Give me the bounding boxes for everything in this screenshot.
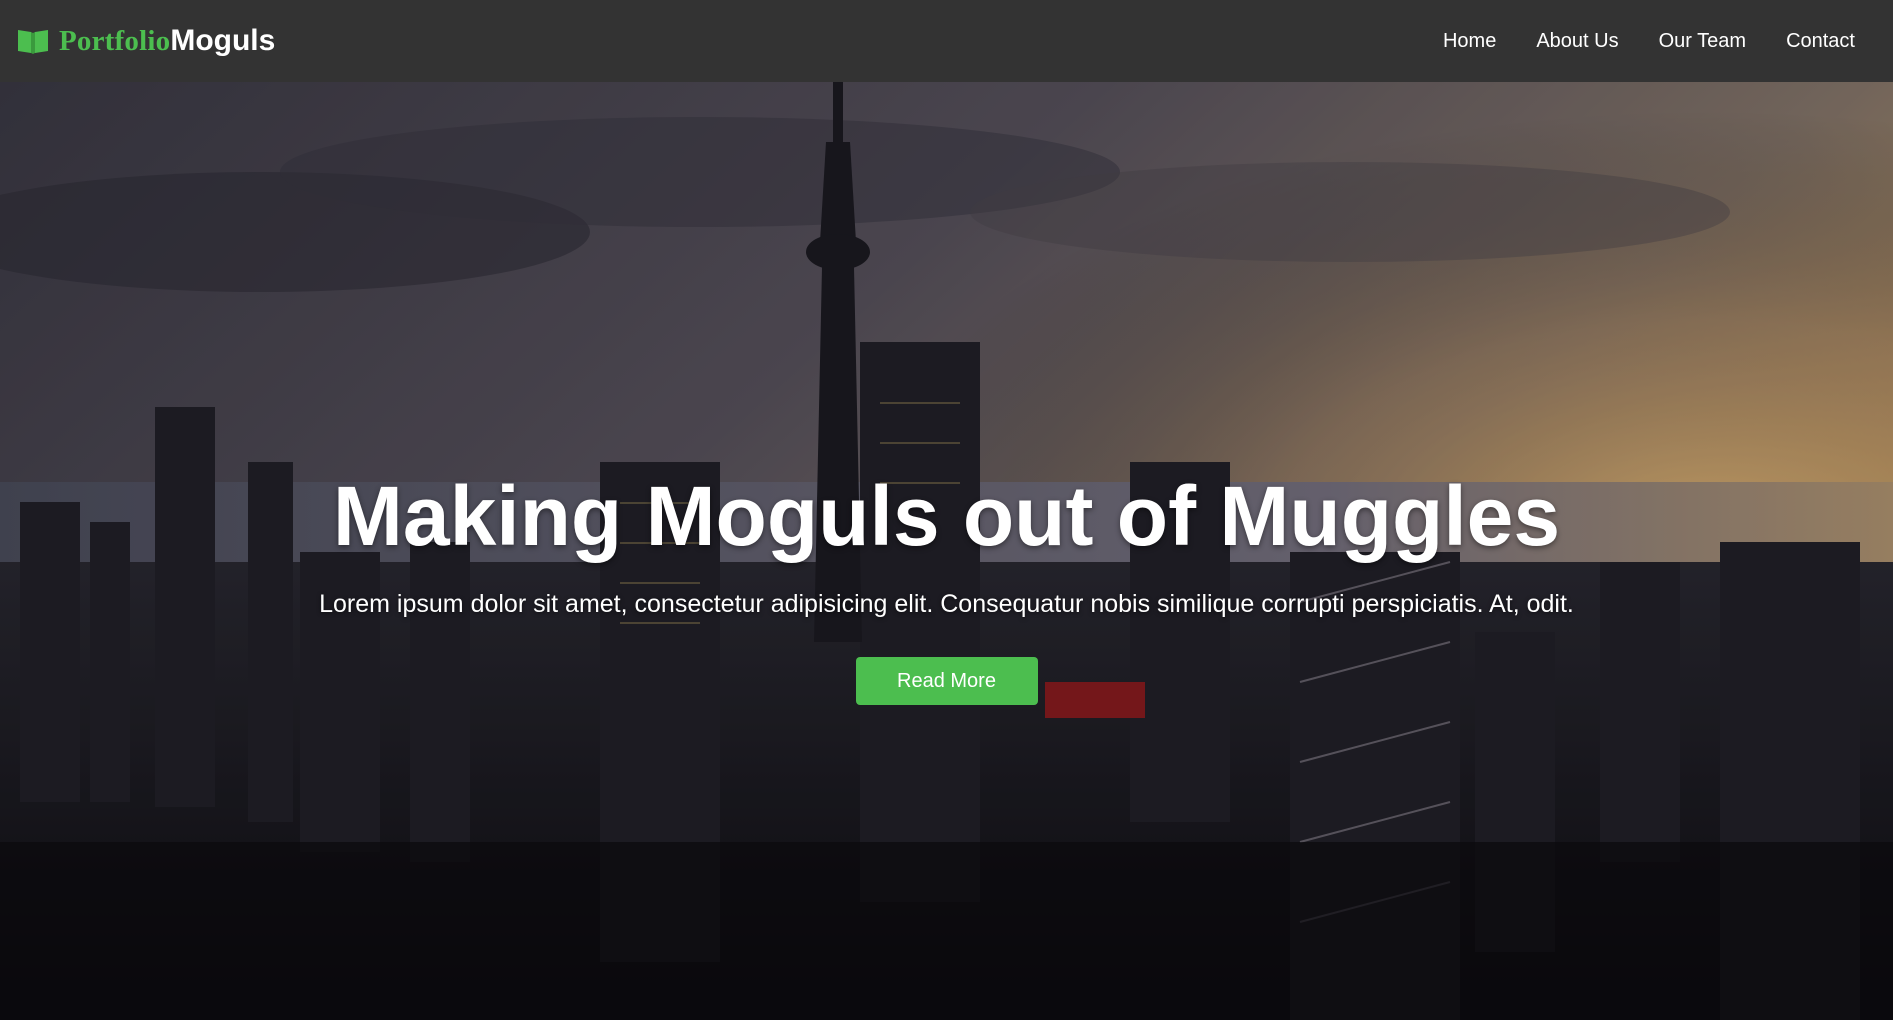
brand-logo-link[interactable]: Portfolio Moguls (16, 24, 275, 58)
nav-link-home[interactable]: Home (1443, 30, 1496, 52)
nav-link-our-team[interactable]: Our Team (1659, 30, 1746, 52)
hero-description: Lorem ipsum dolor sit amet, consectetur … (319, 590, 1574, 619)
hero-title: Making Moguls out of Muggles (332, 469, 1561, 563)
nav-menu: Home About Us Our Team Contact (1443, 30, 1855, 53)
nav-link-about-us[interactable]: About Us (1536, 30, 1618, 52)
nav-item-team: Our Team (1659, 30, 1746, 53)
nav-item-about: About Us (1536, 30, 1618, 53)
read-more-button[interactable]: Read More (855, 656, 1038, 705)
hero-content: Making Moguls out of Muggles Lorem ipsum… (0, 470, 1893, 705)
brand-name-second: Moguls (170, 24, 276, 57)
nav-item-home: Home (1443, 30, 1496, 53)
book-open-icon (16, 27, 50, 55)
navbar: Portfolio Moguls Home About Us Our Team … (0, 0, 1893, 82)
hero-section: Making Moguls out of Muggles Lorem ipsum… (0, 82, 1893, 1020)
brand-name-first: Portfolio (59, 24, 171, 57)
nav-link-contact[interactable]: Contact (1786, 30, 1855, 52)
nav-item-contact: Contact (1786, 30, 1855, 53)
